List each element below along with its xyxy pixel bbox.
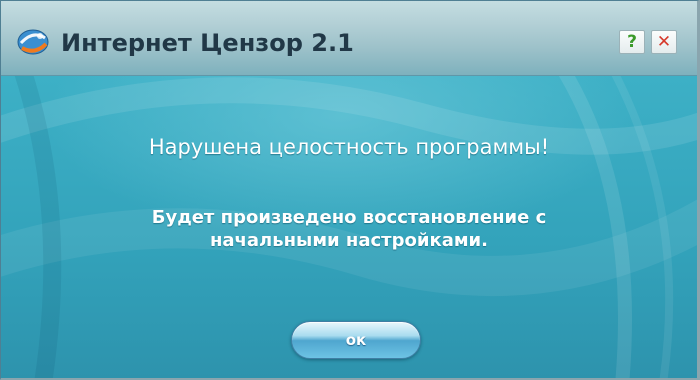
help-button[interactable]: ?	[619, 30, 645, 54]
error-headline: Нарушена целостность программы!	[148, 135, 550, 159]
close-icon: ✕	[656, 32, 672, 52]
close-button[interactable]: ✕	[651, 30, 677, 54]
dialog-window: Интернет Цензор 2.1 ? ✕ Нарушена целостн…	[0, 0, 700, 380]
error-details-line-2: начальными настройками.	[209, 230, 489, 251]
error-details-line-1: Будет произведено восстановление с	[151, 207, 547, 228]
app-logo-icon	[17, 29, 49, 55]
dialog-body: Нарушена целостность программы! Будет пр…	[1, 76, 697, 378]
window-title: Интернет Цензор 2.1	[61, 29, 354, 57]
ok-button[interactable]: ок	[291, 321, 421, 359]
title-bar[interactable]: Интернет Цензор 2.1 ? ✕	[1, 1, 697, 76]
help-icon: ?	[627, 32, 637, 52]
error-details: Будет произведено восстановление с начал…	[1, 206, 697, 252]
